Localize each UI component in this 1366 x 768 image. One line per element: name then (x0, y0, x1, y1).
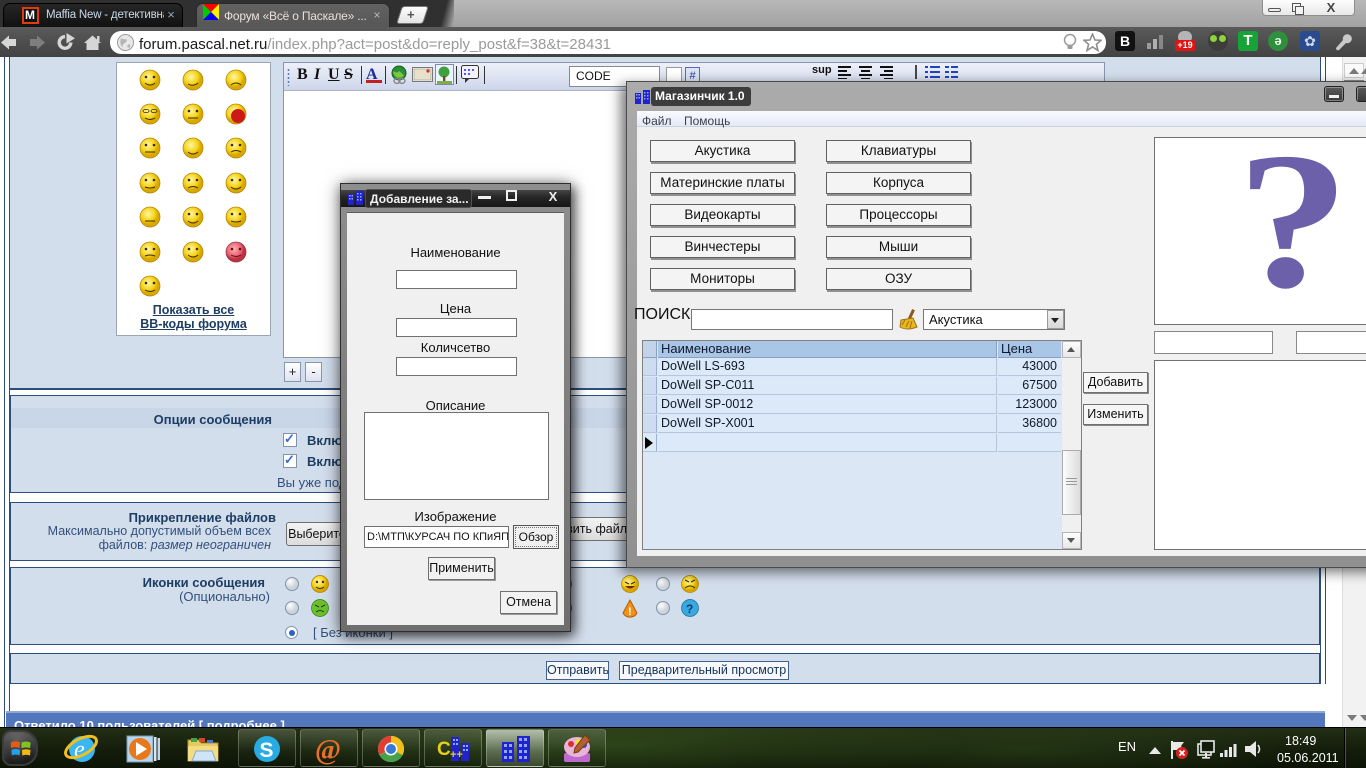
svg-text:++: ++ (450, 749, 463, 761)
svg-text:@: @ (315, 735, 341, 765)
svg-text:!: ! (628, 606, 632, 618)
svg-text:?: ? (686, 602, 693, 616)
svg-text:S: S (260, 739, 274, 762)
svg-text:C: C (437, 739, 451, 760)
